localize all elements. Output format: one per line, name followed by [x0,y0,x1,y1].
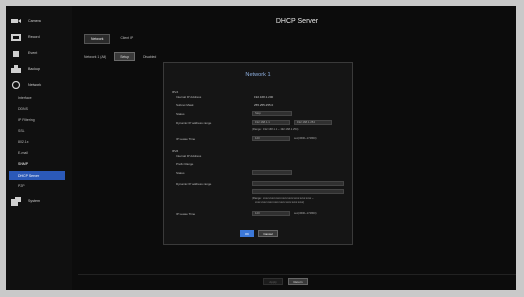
camera-icon [10,17,22,25]
ipv6-lease-input[interactable]: 120 [252,211,290,216]
footer-divider [78,274,516,275]
apply-button[interactable]: Apply [263,278,283,285]
dialog-title: Network 1 [245,72,271,78]
sidebar-item-system[interactable]: System [10,194,70,208]
ipv4-lease-unit: sec(3600~172800) [294,137,317,140]
ipv4-range-to-input[interactable]: 192.168.1.254 [294,120,332,125]
record-icon [10,33,22,41]
sidebar-item-event[interactable]: Event [10,46,70,60]
ok-button[interactable]: OK [240,230,254,237]
page-title: DHCP Server [275,18,319,25]
sidebar: Camera Record Event Backup Network Inter… [6,6,72,290]
ipv4-internal-ip-label: Internal IP Address [176,95,202,99]
ipv6-lease-unit: sec(3600~172800) [294,212,317,215]
network-setup-dialog: Network 1 IPv4 Internal IP Address 192.1… [163,62,353,245]
sidebar-item-p2p[interactable]: P2P [18,184,25,188]
ipv4-status-select[interactable]: Stop [252,111,292,116]
network-status: Disabled [143,54,157,59]
cancel-button[interactable]: Cancel [258,230,278,237]
sidebar-item-8021x[interactable]: 802.1x [18,140,29,144]
app-frame: Camera Record Event Backup Network Inter… [6,6,516,290]
sidebar-item-interface[interactable]: Interface [18,96,32,100]
ipv4-status-label: Status [176,112,185,116]
ipv4-subnet-label: Subnet Mask [176,103,194,107]
tab-network[interactable]: Network [84,34,111,44]
network-label: Network 1 (All) [84,54,107,59]
system-icon [10,196,22,206]
network-row: Network 1 (All) Setup Disabled [84,52,156,61]
sidebar-item-dhcp-server[interactable]: DHCP Server [9,171,65,180]
ipv6-range-label: Dynamic IP address range [176,182,212,186]
sidebar-item-ip-filtering[interactable]: IP Filtering [18,118,35,122]
ipv4-section-label: IPv4 [172,90,179,94]
setup-button[interactable]: Setup [114,52,136,61]
network-icon [10,81,22,89]
tab-client-ip[interactable]: Client IP [114,34,139,42]
return-button[interactable]: Return [288,278,308,285]
ipv4-subnet-value: 255.255.255.0 [254,103,274,107]
ipv4-range-from-input[interactable]: 192.168.1.1 [252,120,290,125]
sidebar-item-snmp[interactable]: SNMP [18,162,28,166]
sidebar-item-camera[interactable]: Camera [10,14,70,28]
ipv6-range-note-1: (Range : xxxx:xxxx:xxxx:xxxx:xxxx:xxxx:x… [252,197,314,200]
sidebar-item-backup[interactable]: Backup [10,62,70,76]
ipv4-range-label: Dynamic IP address range [176,121,212,125]
sidebar-item-record[interactable]: Record [10,30,70,44]
sidebar-item-network[interactable]: Network [10,78,70,92]
ipv4-lease-label: IP Lease Time [176,137,196,141]
tab-bar: Network Client IP [84,34,139,44]
ipv6-status-label: Status [176,171,185,175]
backup-icon [10,65,22,73]
ipv6-section-label: IPv6 [172,149,179,153]
sidebar-item-ssl[interactable]: SSL [18,129,25,133]
ipv6-status-select[interactable] [252,170,292,175]
ipv6-prefix-label: Prefix Range [176,162,194,166]
ipv6-range-note-2: xxxx:xxxx:xxxx:xxxx:xxxx:xxxx:xxxx:xxxx) [255,201,305,204]
ipv6-range-from-input[interactable] [252,181,344,186]
ipv6-range-to-input[interactable] [252,189,344,194]
event-icon [10,49,22,57]
ipv6-internal-ip-label: Internal IP Address [176,154,202,158]
sidebar-item-email[interactable]: E-mail [18,151,28,155]
sidebar-item-ddns[interactable]: DDNS [18,107,28,111]
ipv4-internal-ip-value: 192.168.1.200 [254,95,274,99]
main-content: DHCP Server Network Client IP Network 1 … [78,6,516,290]
ipv4-range-note: (Range : 192.168.1.1 ~ 192.168.1.254) [252,128,299,131]
ipv4-lease-input[interactable]: 120 [252,136,290,141]
ipv6-lease-label: IP Lease Time [176,212,196,216]
